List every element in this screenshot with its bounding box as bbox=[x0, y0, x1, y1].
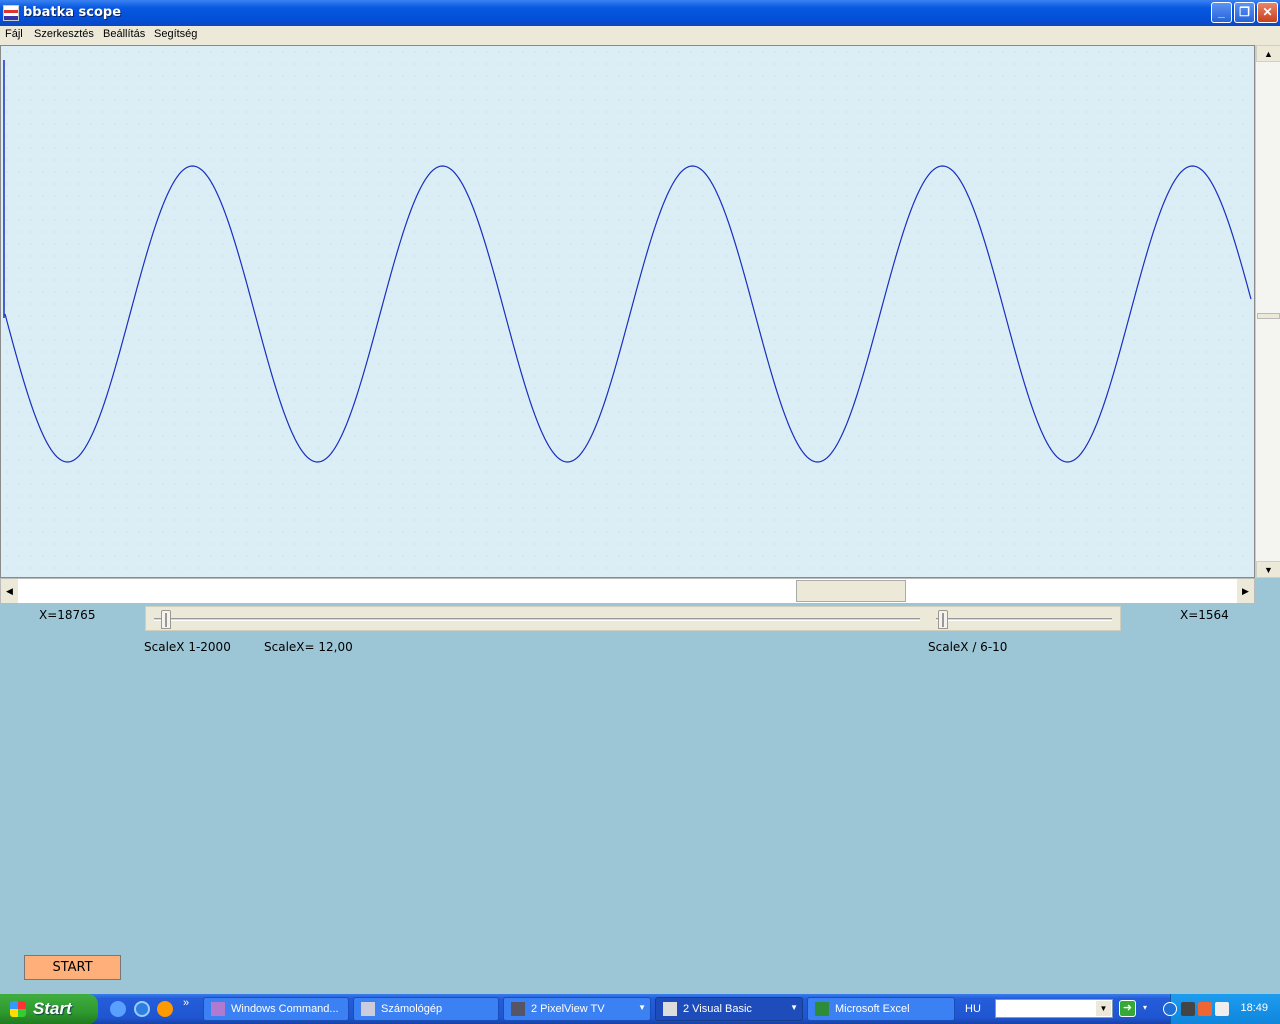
taskbar: Start » Windows Command... Számológép 2 … bbox=[0, 994, 1280, 1024]
scale-div-label: ScaleX / 6-10 bbox=[928, 640, 1008, 654]
dropdown-arrow-icon[interactable]: ▼ bbox=[1096, 1001, 1111, 1016]
close-button[interactable]: ✕ bbox=[1257, 2, 1278, 23]
menu-edit[interactable]: Szerkesztés bbox=[34, 28, 94, 40]
internet-explorer-icon[interactable] bbox=[134, 1001, 150, 1017]
scroll-down-arrow-icon[interactable]: ▼ bbox=[1256, 561, 1280, 578]
language-indicator[interactable]: HU bbox=[965, 1003, 981, 1015]
desktop-icon[interactable] bbox=[110, 1001, 126, 1017]
clock: 18:49 bbox=[1240, 1002, 1268, 1014]
restore-button[interactable]: ❐ bbox=[1234, 2, 1255, 23]
task-label: Számológép bbox=[381, 1003, 443, 1015]
task-visual-basic[interactable]: 2 Visual Basic ▼ bbox=[655, 997, 803, 1021]
menu-file[interactable]: Fájl bbox=[5, 28, 23, 40]
scope-display[interactable] bbox=[0, 45, 1255, 578]
scroll-up-arrow-icon[interactable]: ▲ bbox=[1256, 45, 1280, 62]
horizontal-scroll-thumb[interactable] bbox=[796, 580, 906, 602]
task-label: 2 PixelView TV bbox=[531, 1003, 605, 1015]
toolbar-options-icon[interactable]: ▾ bbox=[1143, 1003, 1147, 1012]
x-left-readout: X=18765 bbox=[39, 608, 96, 622]
scale-div-track bbox=[936, 618, 1112, 621]
scale-track bbox=[154, 618, 920, 621]
camera-icon[interactable] bbox=[1181, 1002, 1195, 1016]
task-label: Windows Command... bbox=[231, 1003, 339, 1015]
quicklaunch-more-icon[interactable]: » bbox=[183, 997, 189, 1009]
task-microsoft-excel[interactable]: Microsoft Excel bbox=[807, 997, 955, 1021]
visual-basic-icon bbox=[663, 1002, 677, 1016]
group-arrow-icon: ▼ bbox=[790, 1003, 798, 1012]
media-player-icon[interactable] bbox=[157, 1001, 173, 1017]
system-tray: 18:49 bbox=[1163, 994, 1280, 1024]
scope-waveform-svg bbox=[3, 60, 1252, 463]
excel-icon bbox=[815, 1002, 829, 1016]
vertical-scrollbar[interactable]: ▲ ▼ bbox=[1255, 45, 1280, 578]
app-icon[interactable] bbox=[3, 5, 19, 21]
title-bar: bbatka scope _ ❐ ✕ bbox=[0, 0, 1280, 26]
scroll-left-arrow-icon[interactable]: ◀ bbox=[1, 579, 18, 603]
task-label: Microsoft Excel bbox=[835, 1003, 910, 1015]
security-icon[interactable] bbox=[1215, 1002, 1229, 1016]
x-right-readout: X=1564 bbox=[1180, 608, 1229, 622]
group-arrow-icon: ▼ bbox=[638, 1003, 646, 1012]
menu-help[interactable]: Segítség bbox=[154, 28, 197, 40]
scale-value-label: ScaleX= 12,00 bbox=[264, 640, 353, 654]
menu-settings[interactable]: Beállítás bbox=[103, 28, 145, 40]
calculator-icon bbox=[361, 1002, 375, 1016]
minimize-button[interactable]: _ bbox=[1211, 2, 1232, 23]
windows-logo-icon bbox=[10, 1001, 26, 1017]
start-menu-label: Start bbox=[33, 999, 72, 1018]
window-title: bbatka scope bbox=[23, 5, 122, 20]
address-input[interactable]: ▼ bbox=[995, 999, 1113, 1018]
task-label: 2 Visual Basic bbox=[683, 1003, 752, 1015]
tray-expand-icon[interactable] bbox=[1163, 1002, 1177, 1016]
scale-div-slider-knob[interactable] bbox=[938, 610, 948, 629]
task-calculator[interactable]: Számológép bbox=[353, 997, 499, 1021]
scale-slider-panel bbox=[145, 606, 1121, 631]
tray-app-icon[interactable] bbox=[1198, 1002, 1212, 1016]
menu-bar: Fájl Szerkesztés Beállítás Segítség bbox=[0, 26, 1280, 45]
signal-trace bbox=[4, 165, 1252, 463]
start-button[interactable]: START bbox=[24, 955, 121, 980]
scale-slider-knob[interactable] bbox=[161, 610, 171, 629]
horizontal-scrollbar[interactable]: ◀ ▶ bbox=[0, 578, 1255, 604]
go-arrow-icon[interactable]: ➜ bbox=[1119, 1000, 1136, 1017]
scroll-right-arrow-icon[interactable]: ▶ bbox=[1237, 579, 1254, 603]
vertical-scroll-thumb[interactable] bbox=[1257, 313, 1280, 319]
scale-range-label: ScaleX 1-2000 bbox=[144, 640, 231, 654]
start-menu-button[interactable]: Start bbox=[0, 994, 98, 1024]
tv-icon bbox=[511, 1002, 525, 1016]
task-windows-command[interactable]: Windows Command... bbox=[203, 997, 349, 1021]
floppy-icon bbox=[211, 1002, 225, 1016]
task-pixelview-tv[interactable]: 2 PixelView TV ▼ bbox=[503, 997, 651, 1021]
